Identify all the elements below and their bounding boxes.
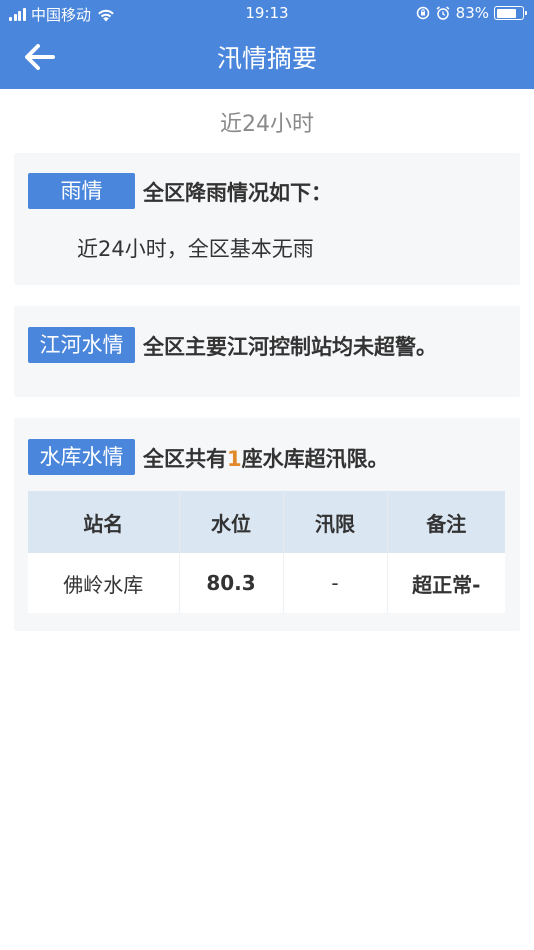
rain-tag: 雨情 [28,173,135,209]
reservoir-count: 1 [227,447,242,471]
rain-card: 雨情 全区降雨情况如下： 近24小时，全区基本无雨 [14,153,520,285]
river-headline: 全区主要江河控制站均未超警。 [143,335,437,359]
cell-station: 佛岭水库 [28,553,180,613]
reservoir-headline-pre: 全区共有 [143,447,227,471]
rain-detail: 近24小时，全区基本无雨 [77,237,314,261]
reservoir-tag: 水库水情 [28,439,135,475]
status-bar: 中国移动 19:13 83% [0,0,534,28]
river-card: 江河水情 全区主要江河控制站均未超警。 [14,306,520,397]
app-header: 中国移动 19:13 83% 汛情摘要 [0,0,534,89]
reservoir-card: 水库水情 全区共有1座水库超汛限。 站名 水位 汛限 备注 佛岭水库 80.3 … [14,418,520,631]
col-header-note: 备注 [387,491,505,553]
rain-headline: 全区降雨情况如下： [143,181,332,205]
reservoir-headline-post: 座水库超汛限。 [241,447,389,471]
col-header-station: 站名 [28,491,180,553]
cell-level: 80.3 [179,553,284,613]
battery-icon [494,6,527,20]
reservoir-table: 站名 水位 汛限 备注 佛岭水库 80.3 - 超正常- [28,491,505,613]
col-header-limit: 汛限 [283,491,388,553]
table-header-row: 站名 水位 汛限 备注 [28,491,505,553]
river-tag: 江河水情 [28,327,135,363]
cell-limit: - [283,553,388,613]
battery-percent: 83% [455,4,489,22]
cell-note: 超正常- [412,572,481,597]
alarm-icon [436,6,450,20]
period-label: 近24小时 [220,112,314,137]
screen-lock-icon [416,6,429,20]
page-title: 汛情摘要 [216,44,317,73]
col-header-level: 水位 [179,491,284,553]
table-row[interactable]: 佛岭水库 80.3 - 超正常- [28,553,505,613]
reservoir-headline: 全区共有1座水库超汛限。 [143,443,389,473]
arrow-left-icon[interactable] [22,40,58,74]
